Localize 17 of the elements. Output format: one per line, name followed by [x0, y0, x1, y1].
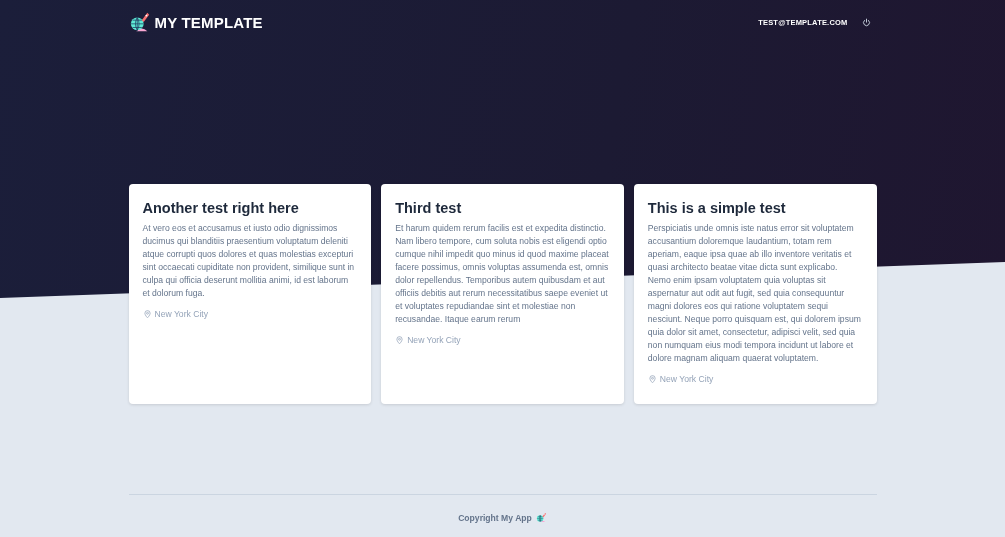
power-icon[interactable] — [861, 17, 871, 27]
location-pin-icon — [142, 309, 152, 319]
brand-name: MY TEMPLATE — [154, 13, 263, 31]
card-text: Et harum quidem rerum facilis est et expedita distinctio. Nam libero tempore, cum soluta nobis est eligendi optio cumque nihil impedit quo minus id quod maxime placeat facere possimus, omnis voluptas assumenda est, omnis dolor repellendus. Temporibus autem quibusdam et aut officiis debitis aut rerum necessitatibus saepe eveniet ut et voluptates repudiandae sint et molestiae non recusandae. Itaque earum rerum — [395, 222, 610, 326]
location-label: New York City — [659, 374, 714, 384]
copyright-text: Copyright My App — [458, 512, 532, 523]
card-title: This is a simple test — [647, 200, 787, 216]
card-title: Another test right here — [142, 200, 300, 216]
globe-rocket-icon — [535, 512, 547, 523]
location-label: New York City — [407, 335, 461, 345]
location-pin-icon — [395, 335, 405, 345]
location-pin-icon — [647, 374, 657, 384]
location-label: New York City — [154, 309, 208, 319]
card-text: At vero eos et accusamus et iusto odio dignissimos ducimus qui blanditiis praesentium voluptatum deleniti atque corrupti quos dolores et quas molestias excepturi sint occaecati cupiditate non provident, similique sunt in culpa qui officia deserunt mollitia animi, id est laborum et dolorum fuga. — [142, 222, 356, 300]
card-title: Third test — [395, 200, 463, 216]
card-text: Perspiciatis unde omnis iste natus error sit voluptatem accusantium doloremque laudantium, totam rem aperiam, eaque ipsa quae ab illo inventore veritatis et quasi architecto beatae vitae dicta sunt explicabo. Nemo enim ipsam voluptatem quia voluptas sit aspernatur aut odit aut fugit, sed quia consequuntur magni dolores eos qui ratione voluptatem sequi nesciunt. Neque porro quisquam est, qui dolorem ipsum quia dolor sit amet, consectetur, adipisci velit, sed quia non numquam eius modi tempora incidunt ut labore et dolore magnam aliquam quaerat voluptatem. — [647, 222, 862, 365]
globe-rocket-icon — [128, 11, 151, 33]
